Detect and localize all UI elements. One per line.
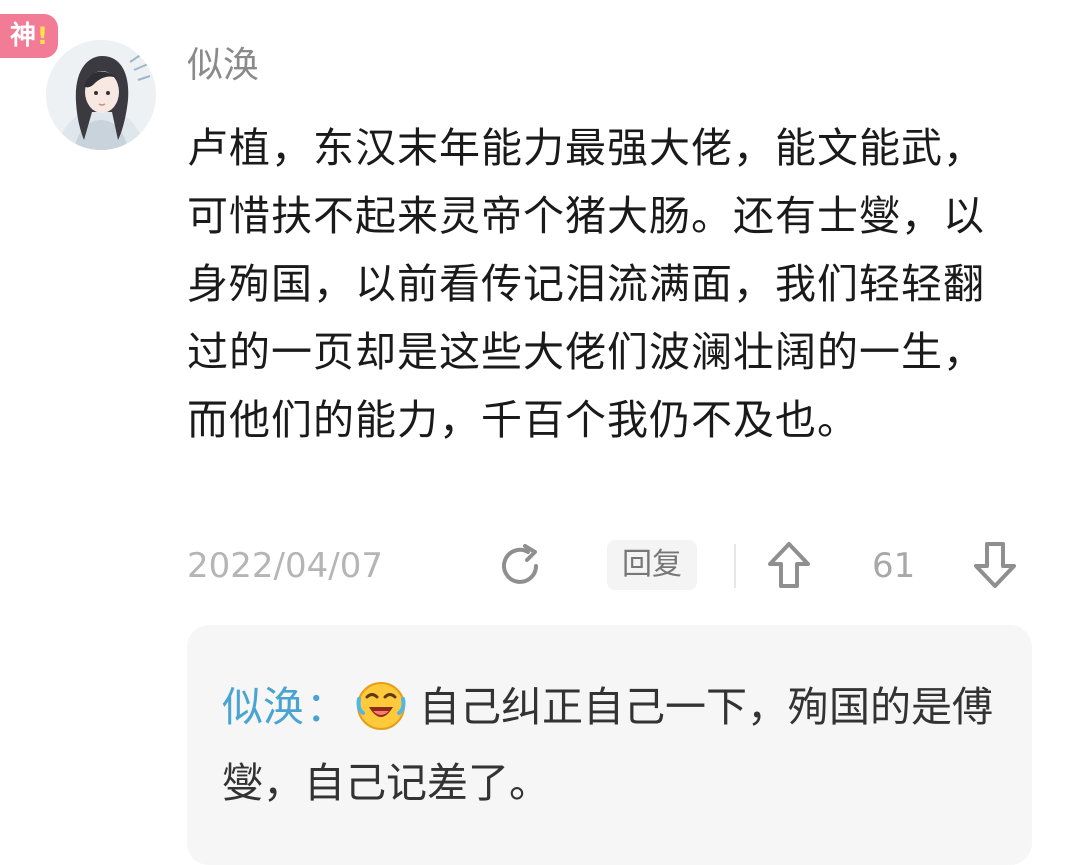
downvote-icon[interactable] <box>972 540 1018 590</box>
comment-text: 卢植，东汉末年能力最强大佬，能文能武，可惜扶不起来灵帝个猪大肠。还有士燮，以身殉… <box>187 124 985 444</box>
badge-label: 神 <box>10 21 37 51</box>
comment-username[interactable]: 似涣 <box>187 40 259 92</box>
avatar[interactable] <box>46 40 156 150</box>
reply-author[interactable]: 似涣 <box>222 683 304 731</box>
reply-button[interactable]: 回复 <box>607 540 697 590</box>
reply-separator: ： <box>306 683 347 731</box>
like-count: 61 <box>872 546 916 586</box>
action-divider <box>734 544 736 588</box>
share-icon[interactable] <box>498 542 546 590</box>
comment-date: 2022/04/07 <box>187 546 383 586</box>
upvote-icon[interactable] <box>766 540 812 590</box>
laughing-crying-emoji-icon <box>356 682 406 730</box>
badge-exclamation: ! <box>37 22 48 50</box>
avatar-illustration <box>46 40 156 150</box>
comment-action-bar: 2022/04/07 回复 61 <box>0 536 1080 596</box>
god-comment-badge: 神! <box>0 14 58 58</box>
reply-thread[interactable]: 似涣： 自己纠正自己一下，殉国的是傅燮，自己记差了。 <box>187 625 1032 865</box>
reply-item: 似涣： 自己纠正自己一下，殉国的是傅燮，自己记差了。 <box>222 669 1012 821</box>
